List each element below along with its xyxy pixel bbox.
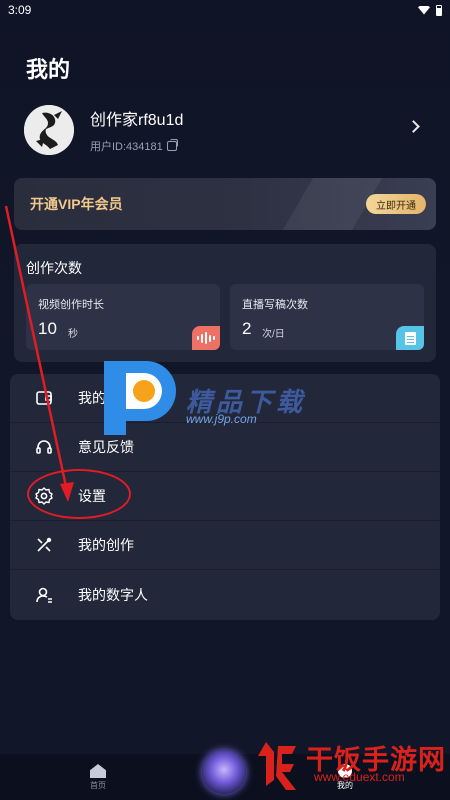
bottom-watermark-url: www.eduext.com <box>314 770 405 784</box>
vip-open-button[interactable]: 立即开通 <box>366 194 426 214</box>
digital-person-icon <box>34 585 54 605</box>
user-id: 用户ID:434181 <box>90 141 163 153</box>
watermark-url: www.j9p.com <box>186 412 257 426</box>
status-icons <box>418 4 442 16</box>
uid-row: 用户ID:434181 <box>90 138 183 154</box>
profile-row[interactable]: 创作家rf8u1d 用户ID:434181 <box>24 104 426 156</box>
home-icon <box>90 764 106 778</box>
status-time: 3:09 <box>8 3 32 17</box>
menu-label: 我的创作 <box>78 537 134 553</box>
bottom-watermark: 干饭手游网 www.eduext.com <box>252 736 450 800</box>
quota-value: 2 <box>242 319 252 338</box>
profile-info: 创作家rf8u1d 用户ID:434181 <box>90 106 183 154</box>
quota-unit: 次/日 <box>262 329 285 340</box>
menu-item-digital-human[interactable]: 我的数字人 <box>10 570 440 619</box>
menu-label: 意见反馈 <box>78 439 134 455</box>
tab-home[interactable]: 首页 <box>90 764 106 791</box>
sound-wave-icon <box>192 326 220 350</box>
center-create-button[interactable] <box>202 750 246 794</box>
username: 创作家rf8u1d <box>90 112 184 129</box>
avatar-dragon-icon <box>24 105 74 155</box>
document-icon <box>396 326 424 350</box>
tab-label: 首页 <box>90 781 106 790</box>
watermark-logo-icon <box>104 361 176 435</box>
menu-label: 我的数字人 <box>78 586 148 603</box>
avatar[interactable] <box>24 105 74 155</box>
status-bar: 3:09 <box>0 0 450 20</box>
quota-label: 直播写稿次数 <box>242 299 308 311</box>
annotation-arrow <box>4 205 74 502</box>
quota-live-script: 直播写稿次数 2 次/日 <box>230 284 424 350</box>
battery-icon <box>436 4 442 16</box>
watermark-fan-logo-icon <box>258 742 296 790</box>
chevron-right-icon[interactable] <box>407 120 420 133</box>
annotation-ellipse <box>27 469 131 519</box>
edit-tools-icon <box>34 535 54 555</box>
page-title: 我的 <box>26 57 71 82</box>
copy-icon[interactable] <box>166 139 178 151</box>
wifi-icon <box>418 5 430 15</box>
menu-item-my-creations[interactable]: 我的创作 <box>10 521 440 570</box>
